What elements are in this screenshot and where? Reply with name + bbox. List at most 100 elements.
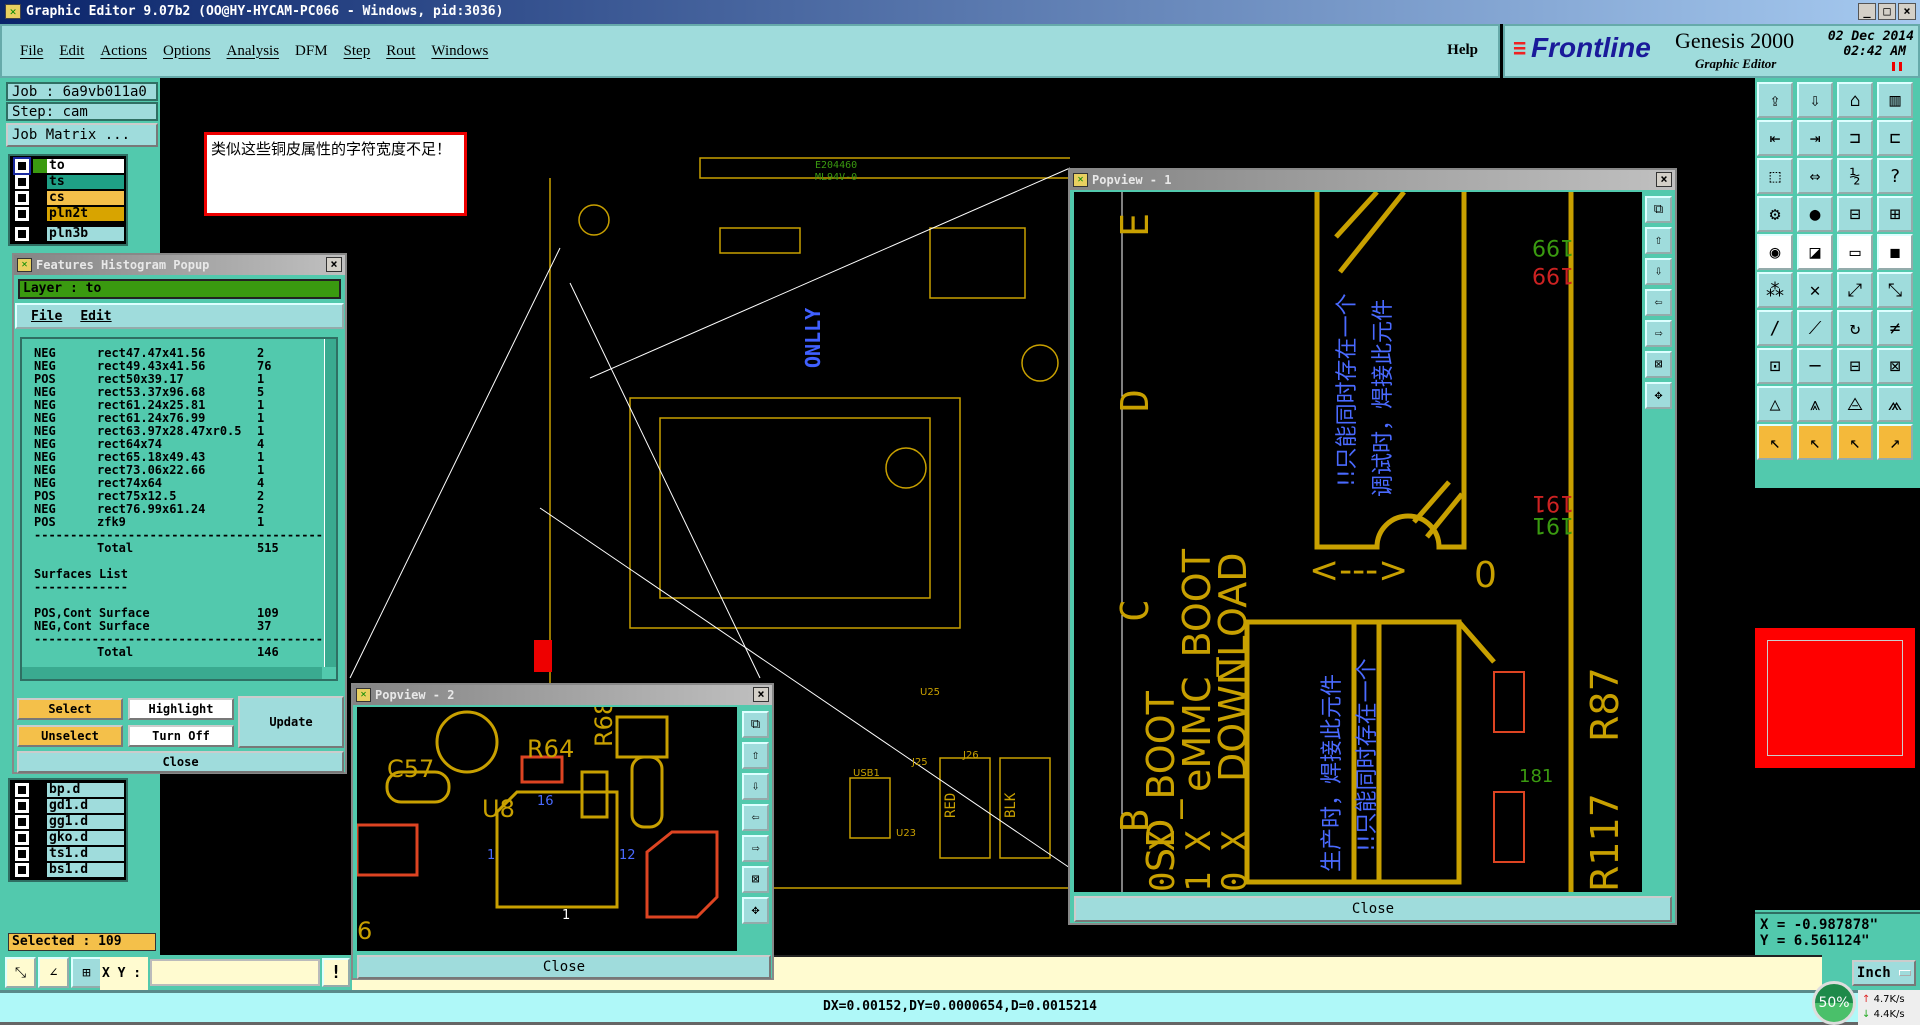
turn-off-button[interactable]: Turn Off — [128, 725, 234, 747]
highlight-button[interactable]: Highlight — [128, 698, 234, 720]
pan-right-icon[interactable]: ⇨ — [1645, 320, 1672, 347]
tool-button-31-icon[interactable]: ⊟ — [1837, 348, 1873, 384]
tool-button-11-icon[interactable]: ½ — [1837, 158, 1873, 194]
horizontal-scrollbar[interactable] — [22, 667, 322, 679]
tool-button-10-icon[interactable]: ⇔ — [1797, 158, 1833, 194]
tool-button-19-icon[interactable]: ▭ — [1837, 234, 1873, 270]
tool-button-1-icon[interactable]: ⇪ — [1757, 82, 1793, 118]
zoom-out-icon[interactable]: ✥ — [1645, 382, 1672, 409]
units-dropdown[interactable]: Inch — [1852, 960, 1916, 986]
layer-row[interactable]: gg1.d — [12, 814, 124, 830]
grid-icon[interactable]: ⊞ — [71, 957, 102, 988]
pan-down-icon[interactable]: ⇩ — [1645, 258, 1672, 285]
tool-button-25-icon[interactable]: ∕ — [1757, 310, 1793, 346]
histogram-row[interactable]: NEG rect74x64 4 — [34, 477, 336, 490]
overview-map[interactable] — [1755, 488, 1920, 910]
popup-titlebar[interactable]: ✕ Popview - 2 × — [353, 685, 772, 705]
tool-button-7-icon[interactable]: ⊐ — [1837, 120, 1873, 156]
layer-checkbox[interactable] — [15, 191, 29, 205]
layer-row[interactable]: gko.d — [12, 830, 124, 846]
popup-menu-edit[interactable]: Edit — [80, 309, 111, 327]
tool-button-37-icon[interactable]: ↖ — [1757, 424, 1793, 460]
network-meter[interactable]: 50% — [1812, 981, 1856, 1025]
menu-rout[interactable]: Rout — [386, 43, 415, 60]
pan-left-icon[interactable]: ⇦ — [1645, 289, 1672, 316]
tool-button-18-icon[interactable]: ◪ — [1797, 234, 1833, 270]
menu-step[interactable]: Step — [344, 43, 371, 60]
tool-button-3-icon[interactable]: ⌂ — [1837, 82, 1873, 118]
layer-row-to[interactable]: to — [12, 157, 124, 175]
zoom-in-icon[interactable]: ⊠ — [1645, 351, 1672, 378]
tool-button-9-icon[interactable]: ⬚ — [1757, 158, 1793, 194]
histogram-list[interactable]: NEG rect47.47x41.56 2 NEG rect49.43x41.56 76 P… — [20, 337, 338, 681]
minimize-button[interactable]: _ — [1858, 3, 1876, 20]
pan-up-icon[interactable]: ⇧ — [1645, 227, 1672, 254]
layer-row-cs[interactable]: cs — [12, 190, 124, 206]
layer-checkbox[interactable] — [15, 799, 29, 813]
zoom-in-icon[interactable]: ⊠ — [742, 866, 769, 893]
tool-button-20-icon[interactable]: ◼ — [1877, 234, 1913, 270]
tool-button-26-icon[interactable]: ⟋ — [1797, 310, 1833, 346]
tool-button-27-icon[interactable]: ↻ — [1837, 310, 1873, 346]
menu-file[interactable]: File — [20, 43, 43, 60]
tool-button-32-icon[interactable]: ⊠ — [1877, 348, 1913, 384]
layer-row[interactable]: bp.d — [12, 782, 124, 798]
layer-checkbox[interactable] — [15, 863, 29, 877]
layer-checkbox[interactable] — [15, 847, 29, 861]
tool-button-15-icon[interactable]: ⊟ — [1837, 196, 1873, 232]
popview-close-button[interactable]: Close — [357, 955, 771, 979]
measure-icon[interactable]: ∠ — [38, 957, 69, 988]
pan-left-icon[interactable]: ⇦ — [742, 804, 769, 831]
tool-button-13-icon[interactable]: ⚙ — [1757, 196, 1793, 232]
job-matrix-button[interactable]: Job Matrix ... — [6, 123, 158, 147]
tool-button-33-icon[interactable]: △ — [1757, 386, 1793, 422]
popup-titlebar[interactable]: ✕ Features Histogram Popup × — [14, 255, 345, 275]
pan-right-icon[interactable]: ⇨ — [742, 835, 769, 862]
histogram-row[interactable]: POS zfk9 1 — [34, 516, 336, 529]
popup-titlebar[interactable]: ✕ Popview - 1 × — [1070, 170, 1675, 190]
layer-checkbox[interactable] — [15, 207, 29, 221]
tool-button-39-icon[interactable]: ↖ — [1837, 424, 1873, 460]
tool-button-22-icon[interactable]: ✕ — [1797, 272, 1833, 308]
tool-button-14-icon[interactable]: ● — [1797, 196, 1833, 232]
tool-button-6-icon[interactable]: ⇥ — [1797, 120, 1833, 156]
layer-checkbox[interactable] — [15, 831, 29, 845]
close-button[interactable]: Close — [17, 751, 344, 773]
histogram-row[interactable]: NEG rect63.97x28.47xr0.5 1 — [34, 425, 336, 438]
tool-button-34-icon[interactable]: ⩓ — [1797, 386, 1833, 422]
popview-canvas[interactable]: C57 R64 R68 U8 6 16 12 1 1 — [357, 707, 737, 951]
menu-edit[interactable]: Edit — [59, 43, 84, 60]
close-icon[interactable]: × — [753, 687, 769, 702]
layer-checkbox[interactable] — [15, 783, 29, 797]
tool-button-38-icon[interactable]: ↖ — [1797, 424, 1833, 460]
popup-menu-file[interactable]: File — [31, 309, 62, 327]
layer-row[interactable]: bs1.d — [12, 862, 124, 878]
xy-input[interactable] — [150, 959, 320, 986]
popview-close-button[interactable]: Close — [1074, 896, 1672, 922]
tool-button-30-icon[interactable]: ─ — [1797, 348, 1833, 384]
zoom-out-icon[interactable]: ✥ — [742, 897, 769, 924]
layer-checkbox[interactable] — [13, 157, 31, 175]
vertical-scrollbar[interactable] — [324, 339, 336, 667]
layer-checkbox[interactable] — [15, 227, 29, 241]
tool-button-8-icon[interactable]: ⊏ — [1877, 120, 1913, 156]
select-button[interactable]: Select — [17, 698, 123, 720]
update-button[interactable]: Update — [238, 696, 344, 748]
tool-button-35-icon[interactable]: ⨺ — [1837, 386, 1873, 422]
tool-button-23-icon[interactable]: ⤢ — [1837, 272, 1873, 308]
tool-button-17-icon[interactable]: ◉ — [1757, 234, 1793, 270]
maximize-button[interactable]: □ — [1878, 3, 1896, 20]
layer-checkbox[interactable] — [15, 815, 29, 829]
histogram-row[interactable]: NEG rect49.43x41.56 76 — [34, 360, 336, 373]
layer-row-pln2t[interactable]: pln2t — [12, 206, 124, 222]
tool-button-21-icon[interactable]: ⁂ — [1757, 272, 1793, 308]
layer-row-pln3b[interactable]: pln3b — [12, 226, 124, 242]
zoom-fit-icon[interactable]: ⤡ — [5, 957, 36, 988]
tool-button-29-icon[interactable]: ⊡ — [1757, 348, 1793, 384]
pan-down-icon[interactable]: ⇩ — [742, 773, 769, 800]
tool-button-16-icon[interactable]: ⊞ — [1877, 196, 1913, 232]
menu-analysis[interactable]: Analysis — [227, 43, 280, 60]
tool-button-12-icon[interactable]: ? — [1877, 158, 1913, 194]
menu-options[interactable]: Options — [163, 43, 211, 60]
tool-button-2-icon[interactable]: ⇩ — [1797, 82, 1833, 118]
